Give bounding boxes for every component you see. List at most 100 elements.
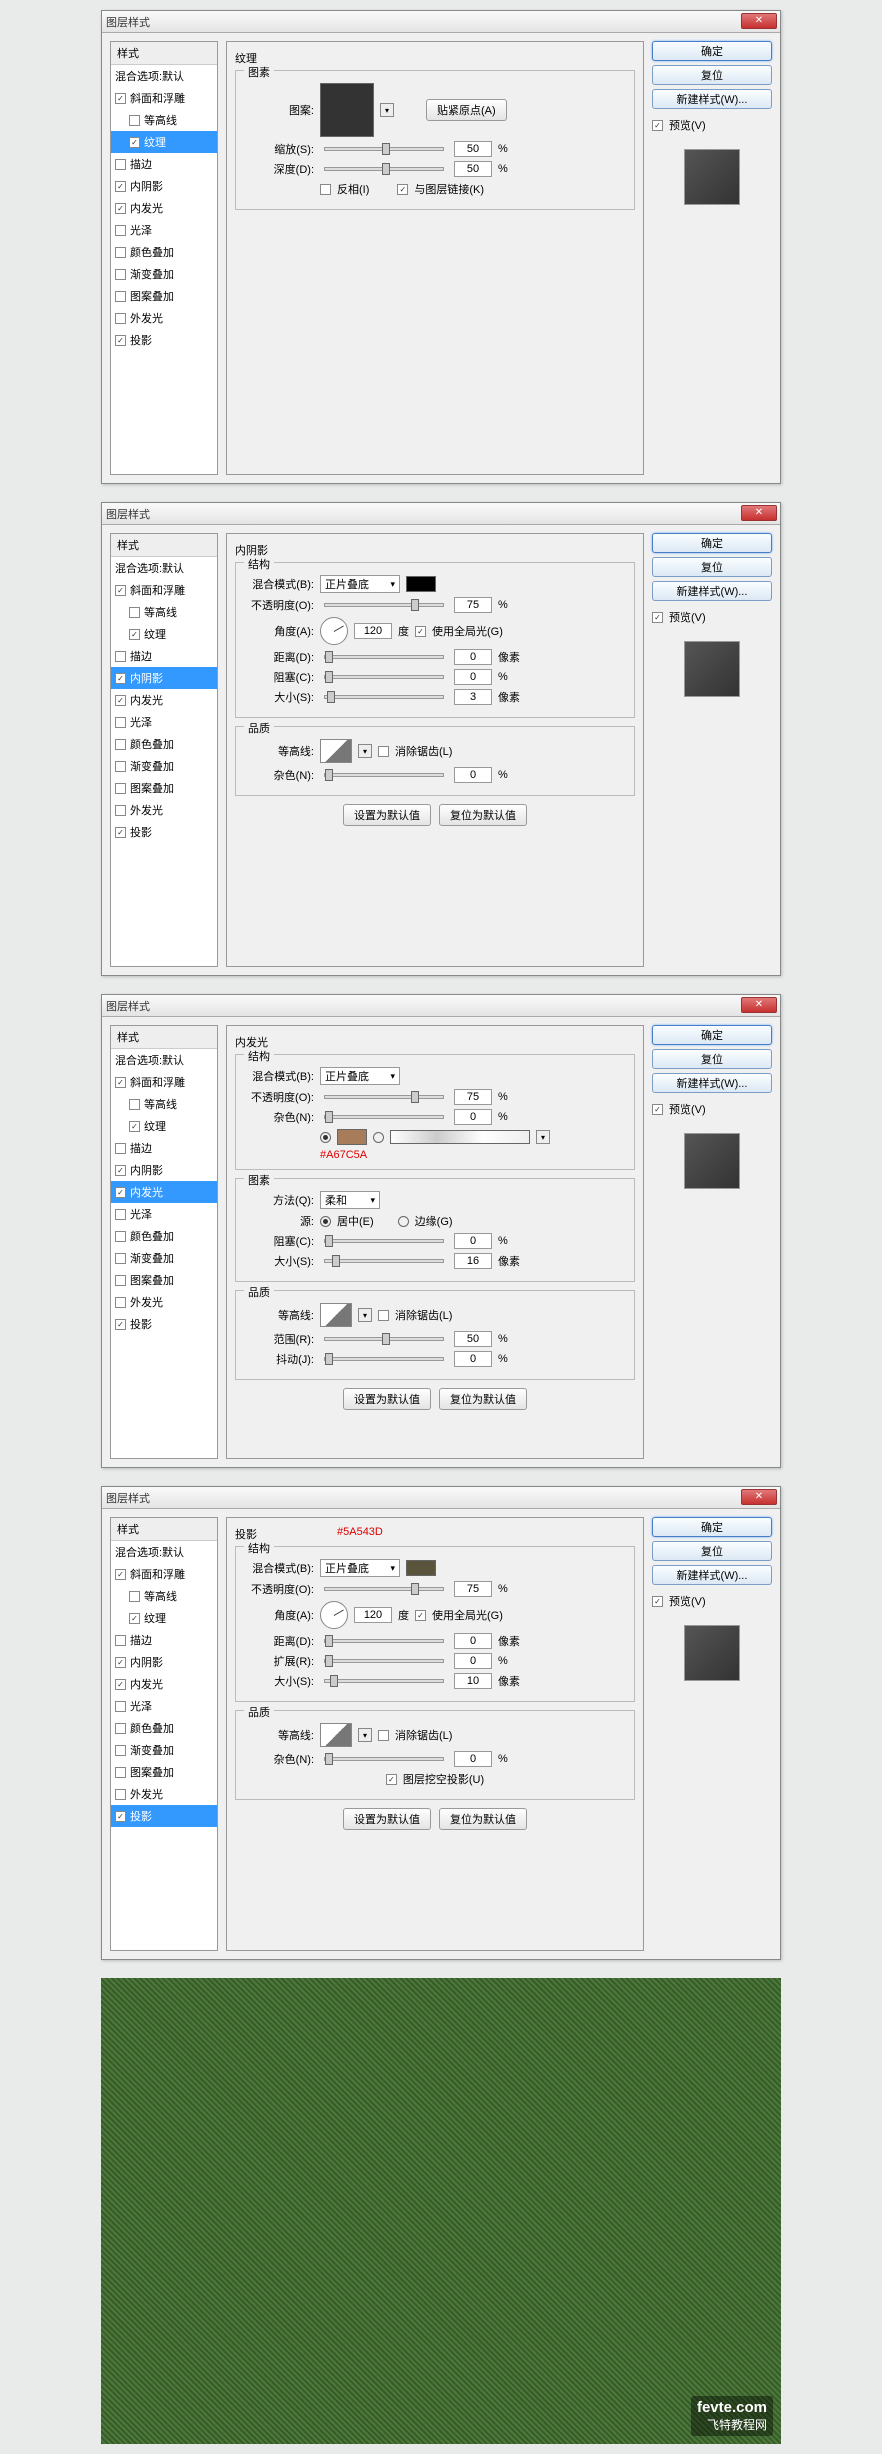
size-slider[interactable] bbox=[324, 695, 444, 699]
style-item[interactable]: 图案叠加 bbox=[111, 1761, 217, 1783]
cancel-button[interactable]: 复位 bbox=[652, 1541, 772, 1561]
style-item[interactable]: 斜面和浮雕 bbox=[111, 579, 217, 601]
style-checkbox[interactable] bbox=[115, 1209, 126, 1220]
antialias-checkbox[interactable] bbox=[378, 1730, 389, 1741]
style-checkbox[interactable] bbox=[115, 1253, 126, 1264]
close-icon[interactable]: ✕ bbox=[741, 13, 777, 29]
style-item[interactable]: 外发光 bbox=[111, 1291, 217, 1313]
style-checkbox[interactable] bbox=[129, 137, 140, 148]
style-checkbox[interactable] bbox=[115, 1723, 126, 1734]
new-style-button[interactable]: 新建样式(W)... bbox=[652, 89, 772, 109]
style-checkbox[interactable] bbox=[115, 335, 126, 346]
style-item[interactable]: 图案叠加 bbox=[111, 777, 217, 799]
opacity-slider[interactable] bbox=[324, 603, 444, 607]
size-input[interactable] bbox=[454, 1253, 492, 1269]
style-item[interactable]: 内阴影 bbox=[111, 1651, 217, 1673]
contour-picker[interactable] bbox=[320, 739, 352, 763]
style-checkbox[interactable] bbox=[115, 247, 126, 258]
style-item[interactable]: 颜色叠加 bbox=[111, 241, 217, 263]
set-default-button[interactable]: 设置为默认值 bbox=[343, 804, 431, 826]
style-item[interactable]: 颜色叠加 bbox=[111, 1717, 217, 1739]
technique-select[interactable]: 柔和 bbox=[320, 1191, 380, 1209]
style-item[interactable]: 投影 bbox=[111, 821, 217, 843]
set-default-button[interactable]: 设置为默认值 bbox=[343, 1388, 431, 1410]
pattern-picker[interactable] bbox=[320, 83, 374, 137]
style-item[interactable]: 内发光 bbox=[111, 1673, 217, 1695]
style-item[interactable]: 内阴影 bbox=[111, 667, 217, 689]
size-input[interactable] bbox=[454, 1673, 492, 1689]
invert-checkbox[interactable] bbox=[320, 184, 331, 195]
style-checkbox[interactable] bbox=[115, 93, 126, 104]
blend-mode-select[interactable]: 正片叠底 bbox=[320, 1559, 400, 1577]
style-checkbox[interactable] bbox=[115, 1767, 126, 1778]
opacity-input[interactable] bbox=[454, 597, 492, 613]
ok-button[interactable]: 确定 bbox=[652, 1025, 772, 1045]
preview-checkbox[interactable] bbox=[652, 1104, 663, 1115]
choke-input[interactable] bbox=[454, 669, 492, 685]
style-checkbox[interactable] bbox=[115, 1297, 126, 1308]
jitter-input[interactable] bbox=[454, 1351, 492, 1367]
ok-button[interactable]: 确定 bbox=[652, 533, 772, 553]
style-item[interactable]: 渐变叠加 bbox=[111, 263, 217, 285]
style-checkbox[interactable] bbox=[115, 1701, 126, 1712]
style-checkbox[interactable] bbox=[115, 1657, 126, 1668]
range-slider[interactable] bbox=[324, 1337, 444, 1341]
blend-mode-select[interactable]: 正片叠底 bbox=[320, 1067, 400, 1085]
style-item[interactable]: 颜色叠加 bbox=[111, 1225, 217, 1247]
style-checkbox[interactable] bbox=[115, 1275, 126, 1286]
style-item[interactable]: 描边 bbox=[111, 645, 217, 667]
noise-input[interactable] bbox=[454, 1109, 492, 1125]
style-item[interactable]: 图案叠加 bbox=[111, 1269, 217, 1291]
style-item[interactable]: 等高线 bbox=[111, 1093, 217, 1115]
style-checkbox[interactable] bbox=[115, 585, 126, 596]
style-checkbox[interactable] bbox=[115, 269, 126, 280]
style-checkbox[interactable] bbox=[129, 115, 140, 126]
choke-input[interactable] bbox=[454, 1233, 492, 1249]
center-radio[interactable] bbox=[320, 1216, 331, 1227]
antialias-checkbox[interactable] bbox=[378, 746, 389, 757]
chevron-down-icon[interactable]: ▾ bbox=[358, 744, 372, 758]
distance-input[interactable] bbox=[454, 1633, 492, 1649]
titlebar[interactable]: 图层样式 ✕ bbox=[102, 995, 780, 1017]
opacity-slider[interactable] bbox=[324, 1095, 444, 1099]
style-checkbox[interactable] bbox=[115, 1231, 126, 1242]
new-style-button[interactable]: 新建样式(W)... bbox=[652, 1565, 772, 1585]
knockout-checkbox[interactable] bbox=[386, 1774, 397, 1785]
style-checkbox[interactable] bbox=[115, 1143, 126, 1154]
style-checkbox[interactable] bbox=[115, 1789, 126, 1800]
choke-slider[interactable] bbox=[324, 675, 444, 679]
style-item[interactable]: 渐变叠加 bbox=[111, 1739, 217, 1761]
style-checkbox[interactable] bbox=[115, 1187, 126, 1198]
style-item[interactable]: 纹理 bbox=[111, 1607, 217, 1629]
color-radio[interactable] bbox=[320, 1132, 331, 1143]
style-item[interactable]: 等高线 bbox=[111, 109, 217, 131]
style-item[interactable]: 斜面和浮雕 bbox=[111, 87, 217, 109]
style-item[interactable]: 内阴影 bbox=[111, 175, 217, 197]
style-checkbox[interactable] bbox=[115, 1679, 126, 1690]
contour-picker[interactable] bbox=[320, 1303, 352, 1327]
noise-slider[interactable] bbox=[324, 1115, 444, 1119]
range-input[interactable] bbox=[454, 1331, 492, 1347]
titlebar[interactable]: 图层样式 ✕ bbox=[102, 11, 780, 33]
new-style-button[interactable]: 新建样式(W)... bbox=[652, 1073, 772, 1093]
chevron-down-icon[interactable]: ▾ bbox=[358, 1308, 372, 1322]
jitter-slider[interactable] bbox=[324, 1357, 444, 1361]
styles-header[interactable]: 样式 bbox=[111, 534, 217, 557]
style-checkbox[interactable] bbox=[129, 1121, 140, 1132]
style-checkbox[interactable] bbox=[115, 783, 126, 794]
depth-slider[interactable] bbox=[324, 167, 444, 171]
style-item[interactable]: 等高线 bbox=[111, 601, 217, 623]
style-item[interactable]: 投影 bbox=[111, 329, 217, 351]
reset-default-button[interactable]: 复位为默认值 bbox=[439, 1808, 527, 1830]
cancel-button[interactable]: 复位 bbox=[652, 65, 772, 85]
preview-checkbox[interactable] bbox=[652, 1596, 663, 1607]
style-checkbox[interactable] bbox=[129, 629, 140, 640]
style-checkbox[interactable] bbox=[129, 607, 140, 618]
opacity-input[interactable] bbox=[454, 1581, 492, 1597]
reset-default-button[interactable]: 复位为默认值 bbox=[439, 804, 527, 826]
style-item[interactable]: 内发光 bbox=[111, 689, 217, 711]
edge-radio[interactable] bbox=[398, 1216, 409, 1227]
style-item[interactable]: 光泽 bbox=[111, 1203, 217, 1225]
noise-slider[interactable] bbox=[324, 1757, 444, 1761]
noise-input[interactable] bbox=[454, 1751, 492, 1767]
